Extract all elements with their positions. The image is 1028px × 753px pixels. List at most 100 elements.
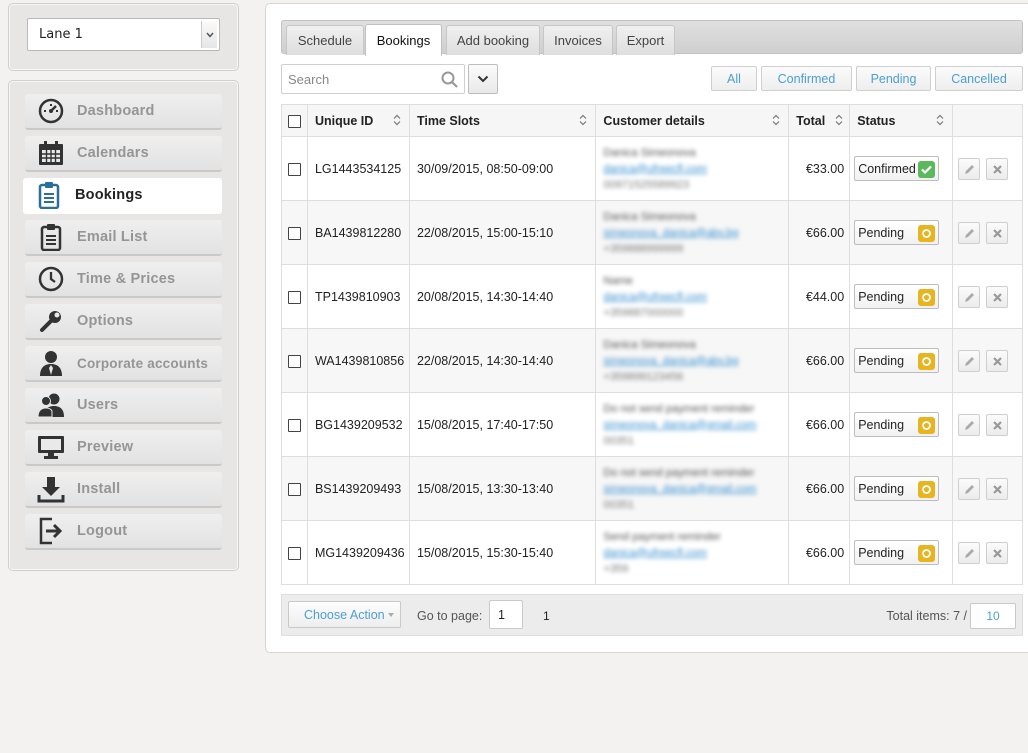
- time-slot-cell: 15/08/2015, 15:30-15:40: [408, 520, 597, 585]
- column-header-status[interactable]: Status: [849, 104, 954, 137]
- sort-icon[interactable]: [393, 114, 401, 129]
- tab-invoices[interactable]: Invoices: [543, 25, 613, 55]
- customer-name: Name: [603, 274, 633, 287]
- row-checkbox[interactable]: [288, 226, 301, 240]
- table-row: TP1439810903 20/08/2015, 14:30-14:40 Nam…: [281, 264, 1023, 329]
- customer-details-cell: Send payment reminder danica@ufreecfl.co…: [595, 520, 790, 585]
- delete-button[interactable]: [985, 285, 1008, 308]
- per-page-selector[interactable]: 10: [970, 603, 1016, 629]
- edit-button[interactable]: [958, 413, 981, 436]
- page-link[interactable]: 1: [543, 609, 550, 623]
- status-badge[interactable]: Pending: [854, 220, 940, 245]
- row-checkbox[interactable]: [288, 162, 301, 176]
- customer-details-redacted: Danica Simeonova danica@ufreecfl.com 009…: [603, 145, 788, 193]
- sidebar-item-logout[interactable]: Logout: [25, 514, 222, 550]
- sidebar-item-options[interactable]: Options: [25, 304, 222, 340]
- time-slot-cell: 15/08/2015, 13:30-13:40: [408, 456, 597, 521]
- edit-button[interactable]: [958, 157, 981, 180]
- filter-pending-button[interactable]: Pending: [856, 66, 931, 91]
- edit-button[interactable]: [958, 541, 981, 564]
- goto-page-input[interactable]: [489, 600, 523, 629]
- sort-icon[interactable]: [579, 114, 587, 129]
- select-all-checkbox[interactable]: [288, 114, 301, 128]
- edit-button[interactable]: [958, 285, 981, 308]
- column-header-customer-details[interactable]: Customer details: [595, 104, 790, 137]
- customer-details-cell: Danica Simeonova simeonova_danica@abv.bg…: [595, 200, 790, 265]
- sidebar-nav: Dashboard Calendars Bookings Email List …: [8, 80, 239, 571]
- sidebar-item-label: Install: [77, 481, 121, 497]
- sidebar-item-dashboard[interactable]: Dashboard: [25, 94, 222, 130]
- sort-icon[interactable]: [772, 114, 780, 129]
- lane-select[interactable]: Lane 1: [27, 18, 220, 51]
- status-badge[interactable]: Pending: [854, 476, 940, 501]
- status-cell: Pending: [849, 264, 954, 329]
- actions-cell: [952, 264, 1023, 329]
- status-badge[interactable]: Pending: [854, 348, 940, 373]
- row-checkbox[interactable]: [288, 290, 301, 304]
- customer-details-redacted: Name danica@ufreecfl.com +359887000000: [603, 273, 788, 321]
- choose-action-dropdown[interactable]: Choose Action: [288, 601, 401, 628]
- sidebar-item-email-list[interactable]: Email List: [25, 220, 222, 256]
- sidebar-item-label: Calendars: [77, 145, 149, 161]
- row-checkbox[interactable]: [288, 482, 301, 496]
- unique-id-cell: BS1439209493: [306, 456, 410, 521]
- row-select-cell: [281, 520, 308, 585]
- tab-bookings[interactable]: Bookings: [365, 24, 442, 56]
- sidebar-item-label: Dashboard: [77, 103, 155, 119]
- edit-button[interactable]: [958, 477, 981, 500]
- delete-button[interactable]: [985, 477, 1008, 500]
- search-options-button[interactable]: [468, 64, 498, 94]
- sidebar-item-label: Time & Prices: [77, 271, 176, 287]
- filter-confirmed-button[interactable]: Confirmed: [761, 66, 852, 91]
- delete-button[interactable]: [985, 349, 1008, 372]
- customer-email-link[interactable]: danica@ufreecfl.com: [603, 545, 788, 561]
- sidebar-item-time-prices[interactable]: Time & Prices: [25, 262, 222, 298]
- search-icon[interactable]: [441, 71, 458, 91]
- sidebar-item-label: Preview: [77, 439, 134, 455]
- status-badge[interactable]: Pending: [854, 540, 940, 565]
- sort-icon[interactable]: [835, 114, 843, 129]
- status-badge[interactable]: Confirmed: [854, 156, 940, 181]
- filter-all-button[interactable]: All: [711, 66, 757, 91]
- column-header-unique-id[interactable]: Unique ID: [306, 104, 410, 137]
- customer-email-link[interactable]: simeonova_danica@gmail.com: [603, 481, 788, 497]
- search-input[interactable]: [283, 66, 433, 92]
- edit-button[interactable]: [958, 221, 981, 244]
- tab-export[interactable]: Export: [616, 25, 675, 55]
- row-checkbox[interactable]: [288, 354, 301, 368]
- delete-button[interactable]: [985, 157, 1008, 180]
- delete-button[interactable]: [985, 221, 1008, 244]
- sidebar-item-preview[interactable]: Preview: [25, 430, 222, 466]
- sidebar-item-calendars[interactable]: Calendars: [25, 136, 222, 172]
- tab-add-booking[interactable]: Add booking: [446, 25, 540, 55]
- customer-email-link[interactable]: danica@ufreecfl.com: [603, 161, 788, 177]
- column-header-total[interactable]: Total: [788, 104, 851, 137]
- pending-icon: [918, 545, 936, 562]
- bookings-table: Unique ID Time Slots Customer details To…: [281, 104, 1023, 585]
- customer-details-cell: Do not send payment reminder simeonova_d…: [595, 392, 790, 457]
- edit-button[interactable]: [958, 349, 981, 372]
- sort-icon[interactable]: [936, 114, 944, 129]
- delete-button[interactable]: [985, 413, 1008, 436]
- column-header-time-slots[interactable]: Time Slots: [408, 104, 597, 137]
- tab-schedule[interactable]: Schedule: [286, 25, 364, 55]
- customer-email-link[interactable]: simeonova_danica@gmail.com: [603, 417, 788, 433]
- row-checkbox[interactable]: [288, 418, 301, 432]
- sidebar-item-corporate-accounts[interactable]: Corporate accounts: [25, 346, 222, 382]
- filter-cancelled-button[interactable]: Cancelled: [935, 66, 1023, 91]
- customer-email-link[interactable]: simeonova_danica@abv.bg: [603, 225, 788, 241]
- status-badge[interactable]: Pending: [854, 412, 940, 437]
- time-slot-cell: 22/08/2015, 14:30-14:40: [408, 328, 597, 393]
- customer-details-cell: Name danica@ufreecfl.com +359887000000: [595, 264, 790, 329]
- chevron-down-icon[interactable]: [201, 21, 217, 48]
- row-checkbox[interactable]: [288, 546, 301, 560]
- delete-button[interactable]: [985, 541, 1008, 564]
- sidebar-item-users[interactable]: Users: [25, 388, 222, 424]
- status-badge[interactable]: Pending: [854, 284, 940, 309]
- businessman-icon: [25, 345, 77, 381]
- customer-email-link[interactable]: danica@ufreecfl.com: [603, 289, 788, 305]
- sidebar-item-install[interactable]: Install: [25, 472, 222, 508]
- sidebar-item-bookings[interactable]: Bookings: [23, 178, 222, 214]
- dashboard-icon: [25, 93, 77, 129]
- customer-email-link[interactable]: simeonova_danica@abv.bg: [603, 353, 788, 369]
